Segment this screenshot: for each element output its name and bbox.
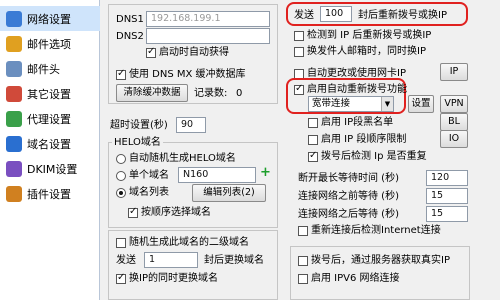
sidebar-item-label: 邮件头 — [27, 62, 60, 76]
auto-random-label: 自动随机生成HELO域名 — [129, 153, 236, 164]
ip-order-checkbox[interactable] — [308, 135, 318, 145]
dns2-field[interactable] — [146, 28, 270, 44]
send-field[interactable]: 100 — [320, 6, 352, 22]
after-dial-label: 拨号后，通过服务器获取真实IP — [311, 255, 450, 266]
auto-get-label: 启动时自动获得 — [159, 47, 229, 58]
random-subdomain-label: 随机生成此域名的二级域名 — [129, 237, 249, 248]
random-subdomain-checkbox[interactable] — [116, 238, 126, 248]
dns1-field[interactable]: 192.168.199.1 — [146, 11, 270, 27]
mail-header-icon — [6, 60, 22, 77]
sidebar-item-proxy[interactable]: 代理设置 — [0, 106, 100, 131]
timeout-label: 超时设置(秒) — [110, 120, 168, 131]
bl-button[interactable]: BL — [440, 113, 468, 131]
domain-list-label: 域名列表 — [129, 187, 169, 198]
sidebar-item-label: 网络设置 — [27, 12, 71, 26]
sidebar-item-network[interactable]: 网络设置 — [0, 6, 100, 31]
other-settings-icon — [6, 85, 22, 102]
plugin-icon — [6, 185, 22, 202]
vpn-button[interactable]: VPN — [440, 95, 468, 113]
io-button[interactable]: IO — [440, 130, 468, 148]
chevron-down-icon: ▼ — [381, 97, 393, 111]
edit-list-button[interactable]: 编辑列表(2) — [192, 184, 266, 202]
sidebar-item-mail-options[interactable]: 邮件选项 — [0, 31, 100, 56]
switch-user-label: 换发件人邮箱时，同时换IP — [307, 46, 426, 57]
max-wait-field[interactable]: 120 — [426, 170, 468, 186]
sidebar: 网络设置 邮件选项 邮件头 其它设置 代理设置 域名设置 DKIM设置 插件设置 — [0, 0, 100, 300]
timeout-field[interactable]: 90 — [176, 117, 206, 133]
settings-button[interactable]: 设置 — [408, 95, 434, 113]
ip-same-checkbox[interactable] — [116, 272, 126, 284]
helo-title: HELO域名 — [112, 136, 163, 149]
check-ip-label: 检测到 IP 后重新拨号或换IP — [307, 30, 432, 41]
broadband-select[interactable]: 宽带连接 ▼ — [308, 96, 394, 112]
auto-redial-checkbox[interactable] — [294, 83, 304, 95]
select-in-order-label: 按顺序选择域名 — [141, 207, 211, 218]
ip-same-label: 换IP的同时更换域名 — [129, 273, 218, 284]
sidebar-item-label: 代理设置 — [27, 112, 71, 126]
sidebar-item-label: DKIM设置 — [27, 162, 78, 176]
sidebar-item-dkim[interactable]: DKIM设置 — [0, 156, 100, 181]
check-dup-label: 拨号后检测 Ip 是否重复 — [321, 151, 427, 162]
connect-after-field[interactable]: 15 — [426, 206, 468, 222]
connect-before-field[interactable]: 15 — [426, 188, 468, 204]
auto-redial-label: 启用自动重新拨号功能 — [307, 84, 407, 95]
sidebar-item-label: 插件设置 — [27, 187, 71, 201]
domain-list-radio[interactable] — [116, 188, 126, 198]
auto-random-radio[interactable] — [116, 154, 126, 164]
add-domain-icon[interactable]: + — [260, 165, 271, 180]
sidebar-item-label: 其它设置 — [27, 87, 71, 101]
after-dial-checkbox[interactable] — [298, 256, 308, 266]
ipv6-label: 启用 IPV6 网络连接 — [311, 273, 400, 284]
connect-before-label: 连接网络之前等待 (秒) — [298, 191, 399, 202]
mail-options-icon — [6, 35, 22, 52]
sidebar-item-other[interactable]: 其它设置 — [0, 81, 100, 106]
settings-panel: DNS1 192.168.199.1 DNS2 启动时自动获得 使用 DNS M… — [100, 0, 500, 300]
broadband-select-value: 宽带连接 — [312, 98, 351, 109]
max-wait-label: 断开最长等待时间 (秒) — [298, 173, 399, 184]
ip-button[interactable]: IP — [440, 63, 468, 81]
dns1-label: DNS1 — [116, 14, 144, 25]
network-icon — [6, 10, 22, 27]
single-domain-label: 单个域名 — [129, 170, 169, 181]
second-send-field[interactable]: 1 — [144, 252, 198, 268]
second-send-label: 发送 — [116, 255, 136, 266]
ip-order-label: 启用 IP 段顺序限制 — [321, 134, 407, 145]
send-label: 发送 — [294, 10, 314, 21]
recheck-checkbox[interactable] — [298, 226, 308, 236]
use-mx-cache-checkbox[interactable] — [116, 68, 126, 80]
sidebar-item-plugin[interactable]: 插件设置 — [0, 181, 100, 206]
sidebar-item-label: 邮件选项 — [27, 37, 71, 51]
single-domain-radio[interactable] — [116, 171, 126, 181]
ip-blacklist-checkbox[interactable] — [308, 118, 318, 128]
connect-after-label: 连接网络之后等待 (秒) — [298, 209, 399, 220]
proxy-icon — [6, 110, 22, 127]
use-mx-cache-label: 使用 DNS MX 缓冲数据库 — [129, 69, 246, 80]
clear-cache-button[interactable]: 清除缓冲数据 — [116, 84, 188, 102]
check-dup-checkbox[interactable] — [308, 150, 318, 162]
domain-icon — [6, 135, 22, 152]
ipv6-checkbox[interactable] — [298, 274, 308, 284]
dns2-label: DNS2 — [116, 31, 144, 42]
then-switch-label: 封后更换域名 — [204, 255, 264, 266]
record-count-label: 记录数: — [194, 88, 228, 99]
sidebar-item-mail-header[interactable]: 邮件头 — [0, 56, 100, 81]
select-in-order-checkbox[interactable] — [128, 206, 138, 218]
check-ip-checkbox[interactable] — [294, 31, 304, 41]
auto-get-checkbox[interactable] — [146, 46, 156, 58]
sidebar-item-domain[interactable]: 域名设置 — [0, 131, 100, 156]
single-domain-field[interactable]: N160 — [178, 167, 256, 183]
record-count-value: 0 — [236, 88, 243, 99]
sidebar-item-label: 域名设置 — [27, 137, 71, 151]
ip-blacklist-label: 启用 IP段黑名单 — [321, 117, 394, 128]
switch-user-checkbox[interactable] — [294, 47, 304, 57]
dkim-icon — [6, 160, 22, 177]
redial-label: 封后重新拨号或换IP — [358, 10, 447, 21]
recheck-label: 重新连接后检测Internet连接 — [311, 225, 441, 236]
